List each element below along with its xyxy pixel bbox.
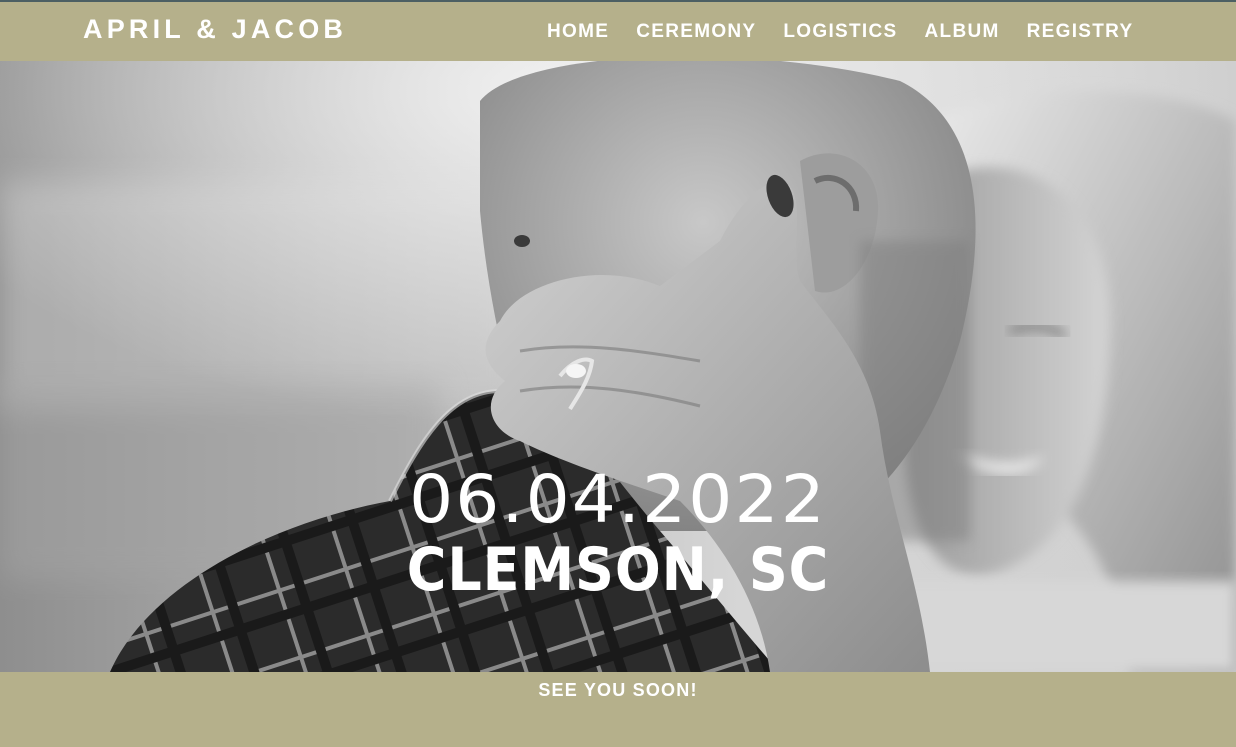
main-nav: HOME CEREMONY LOGISTICS ALBUM REGISTRY (547, 21, 1133, 43)
nav-home[interactable]: HOME (547, 21, 609, 43)
nav-logistics[interactable]: LOGISTICS (783, 21, 897, 43)
site-brand[interactable]: APRIL & JACOB (83, 14, 347, 45)
nav-registry[interactable]: REGISTRY (1027, 21, 1134, 43)
tagline: SEE YOU SOON! (538, 680, 698, 700)
nav-ceremony[interactable]: CEREMONY (636, 21, 756, 43)
footer-band: SEE YOU SOON! (0, 672, 1236, 747)
wedding-date: 06.04.2022 (409, 461, 827, 538)
wedding-location: CLEMSON, SC (406, 535, 830, 605)
page: APRIL & JACOB HOME CEREMONY LOGISTICS AL… (0, 0, 1236, 747)
hero-banner: 06.04.2022 CLEMSON, SC (0, 61, 1236, 672)
site-header: APRIL & JACOB HOME CEREMONY LOGISTICS AL… (0, 2, 1236, 61)
nav-album[interactable]: ALBUM (925, 21, 1000, 43)
